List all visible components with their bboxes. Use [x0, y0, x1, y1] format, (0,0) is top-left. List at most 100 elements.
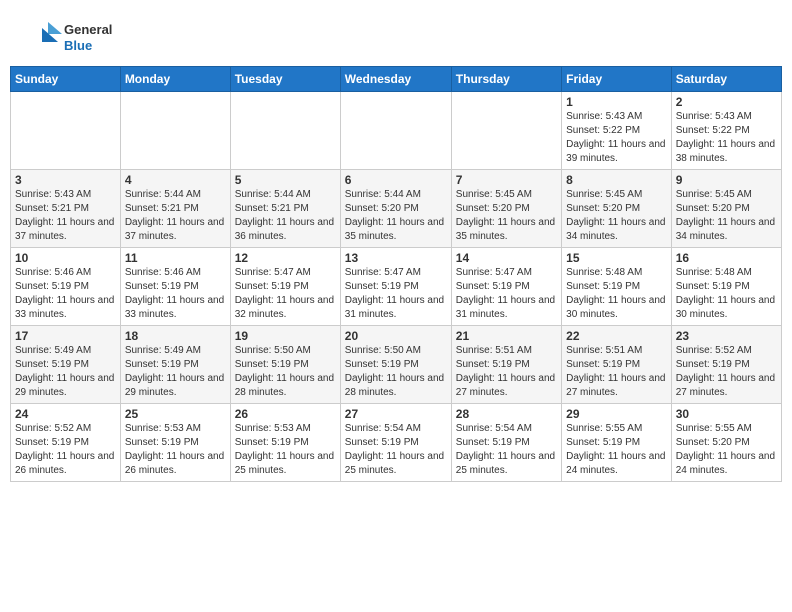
calendar-week-row: 1Sunrise: 5:43 AM Sunset: 5:22 PM Daylig…	[11, 92, 782, 170]
calendar-header-tuesday: Tuesday	[230, 67, 340, 92]
calendar-cell: 5Sunrise: 5:44 AM Sunset: 5:21 PM Daylig…	[230, 170, 340, 248]
day-info: Sunrise: 5:53 AM Sunset: 5:19 PM Dayligh…	[235, 422, 336, 478]
day-info: Sunrise: 5:44 AM Sunset: 5:21 PM Dayligh…	[125, 188, 226, 244]
calendar-cell: 4Sunrise: 5:44 AM Sunset: 5:21 PM Daylig…	[120, 170, 230, 248]
calendar-cell: 11Sunrise: 5:46 AM Sunset: 5:19 PM Dayli…	[120, 248, 230, 326]
calendar-cell: 29Sunrise: 5:55 AM Sunset: 5:19 PM Dayli…	[562, 404, 672, 482]
day-number: 25	[125, 407, 226, 421]
day-info: Sunrise: 5:44 AM Sunset: 5:20 PM Dayligh…	[345, 188, 447, 244]
calendar-cell: 21Sunrise: 5:51 AM Sunset: 5:19 PM Dayli…	[451, 326, 561, 404]
calendar-cell: 10Sunrise: 5:46 AM Sunset: 5:19 PM Dayli…	[11, 248, 121, 326]
day-number: 3	[15, 173, 116, 187]
day-number: 19	[235, 329, 336, 343]
day-info: Sunrise: 5:52 AM Sunset: 5:19 PM Dayligh…	[15, 422, 116, 478]
day-number: 12	[235, 251, 336, 265]
calendar-cell: 24Sunrise: 5:52 AM Sunset: 5:19 PM Dayli…	[11, 404, 121, 482]
day-info: Sunrise: 5:43 AM Sunset: 5:22 PM Dayligh…	[676, 110, 777, 166]
day-number: 28	[456, 407, 557, 421]
day-number: 27	[345, 407, 447, 421]
day-number: 18	[125, 329, 226, 343]
calendar-header-sunday: Sunday	[11, 67, 121, 92]
day-info: Sunrise: 5:45 AM Sunset: 5:20 PM Dayligh…	[676, 188, 777, 244]
day-number: 16	[676, 251, 777, 265]
day-info: Sunrise: 5:46 AM Sunset: 5:19 PM Dayligh…	[15, 266, 116, 322]
day-number: 10	[15, 251, 116, 265]
calendar-cell: 23Sunrise: 5:52 AM Sunset: 5:19 PM Dayli…	[671, 326, 781, 404]
day-info: Sunrise: 5:43 AM Sunset: 5:22 PM Dayligh…	[566, 110, 667, 166]
day-info: Sunrise: 5:48 AM Sunset: 5:19 PM Dayligh…	[676, 266, 777, 322]
calendar-week-row: 17Sunrise: 5:49 AM Sunset: 5:19 PM Dayli…	[11, 326, 782, 404]
calendar-cell: 2Sunrise: 5:43 AM Sunset: 5:22 PM Daylig…	[671, 92, 781, 170]
day-number: 4	[125, 173, 226, 187]
day-info: Sunrise: 5:43 AM Sunset: 5:21 PM Dayligh…	[15, 188, 116, 244]
day-info: Sunrise: 5:50 AM Sunset: 5:19 PM Dayligh…	[235, 344, 336, 400]
calendar-cell: 19Sunrise: 5:50 AM Sunset: 5:19 PM Dayli…	[230, 326, 340, 404]
day-number: 13	[345, 251, 447, 265]
calendar-cell: 14Sunrise: 5:47 AM Sunset: 5:19 PM Dayli…	[451, 248, 561, 326]
day-number: 14	[456, 251, 557, 265]
calendar-cell: 9Sunrise: 5:45 AM Sunset: 5:20 PM Daylig…	[671, 170, 781, 248]
day-number: 30	[676, 407, 777, 421]
day-info: Sunrise: 5:47 AM Sunset: 5:19 PM Dayligh…	[235, 266, 336, 322]
calendar-cell	[340, 92, 451, 170]
calendar-table: SundayMondayTuesdayWednesdayThursdayFrid…	[10, 66, 782, 482]
calendar-cell: 8Sunrise: 5:45 AM Sunset: 5:20 PM Daylig…	[562, 170, 672, 248]
day-info: Sunrise: 5:45 AM Sunset: 5:20 PM Dayligh…	[566, 188, 667, 244]
calendar-header-saturday: Saturday	[671, 67, 781, 92]
calendar-header-monday: Monday	[120, 67, 230, 92]
day-info: Sunrise: 5:45 AM Sunset: 5:20 PM Dayligh…	[456, 188, 557, 244]
day-number: 8	[566, 173, 667, 187]
day-info: Sunrise: 5:49 AM Sunset: 5:19 PM Dayligh…	[15, 344, 116, 400]
logo-blue-text: Blue	[64, 38, 112, 54]
day-number: 29	[566, 407, 667, 421]
day-number: 7	[456, 173, 557, 187]
calendar-week-row: 24Sunrise: 5:52 AM Sunset: 5:19 PM Dayli…	[11, 404, 782, 482]
calendar-header-row: SundayMondayTuesdayWednesdayThursdayFrid…	[11, 67, 782, 92]
calendar-cell: 27Sunrise: 5:54 AM Sunset: 5:19 PM Dayli…	[340, 404, 451, 482]
day-info: Sunrise: 5:47 AM Sunset: 5:19 PM Dayligh…	[456, 266, 557, 322]
logo: GeneralBlue	[20, 20, 112, 56]
calendar-cell: 28Sunrise: 5:54 AM Sunset: 5:19 PM Dayli…	[451, 404, 561, 482]
day-number: 2	[676, 95, 777, 109]
day-info: Sunrise: 5:52 AM Sunset: 5:19 PM Dayligh…	[676, 344, 777, 400]
calendar-cell	[230, 92, 340, 170]
calendar-cell: 6Sunrise: 5:44 AM Sunset: 5:20 PM Daylig…	[340, 170, 451, 248]
calendar-cell: 25Sunrise: 5:53 AM Sunset: 5:19 PM Dayli…	[120, 404, 230, 482]
calendar-cell: 12Sunrise: 5:47 AM Sunset: 5:19 PM Dayli…	[230, 248, 340, 326]
day-info: Sunrise: 5:51 AM Sunset: 5:19 PM Dayligh…	[566, 344, 667, 400]
day-number: 20	[345, 329, 447, 343]
day-number: 6	[345, 173, 447, 187]
day-info: Sunrise: 5:51 AM Sunset: 5:19 PM Dayligh…	[456, 344, 557, 400]
day-info: Sunrise: 5:50 AM Sunset: 5:19 PM Dayligh…	[345, 344, 447, 400]
day-info: Sunrise: 5:44 AM Sunset: 5:21 PM Dayligh…	[235, 188, 336, 244]
day-number: 5	[235, 173, 336, 187]
calendar-week-row: 10Sunrise: 5:46 AM Sunset: 5:19 PM Dayli…	[11, 248, 782, 326]
day-number: 1	[566, 95, 667, 109]
calendar-cell: 3Sunrise: 5:43 AM Sunset: 5:21 PM Daylig…	[11, 170, 121, 248]
day-info: Sunrise: 5:55 AM Sunset: 5:20 PM Dayligh…	[676, 422, 777, 478]
calendar-cell: 20Sunrise: 5:50 AM Sunset: 5:19 PM Dayli…	[340, 326, 451, 404]
day-info: Sunrise: 5:54 AM Sunset: 5:19 PM Dayligh…	[345, 422, 447, 478]
day-number: 9	[676, 173, 777, 187]
logo-general-text: General	[64, 22, 112, 38]
calendar-cell: 7Sunrise: 5:45 AM Sunset: 5:20 PM Daylig…	[451, 170, 561, 248]
day-info: Sunrise: 5:55 AM Sunset: 5:19 PM Dayligh…	[566, 422, 667, 478]
calendar-week-row: 3Sunrise: 5:43 AM Sunset: 5:21 PM Daylig…	[11, 170, 782, 248]
calendar-cell: 16Sunrise: 5:48 AM Sunset: 5:19 PM Dayli…	[671, 248, 781, 326]
day-info: Sunrise: 5:47 AM Sunset: 5:19 PM Dayligh…	[345, 266, 447, 322]
calendar-cell	[120, 92, 230, 170]
day-number: 17	[15, 329, 116, 343]
calendar-cell: 22Sunrise: 5:51 AM Sunset: 5:19 PM Dayli…	[562, 326, 672, 404]
calendar-cell: 26Sunrise: 5:53 AM Sunset: 5:19 PM Dayli…	[230, 404, 340, 482]
logo-svg	[20, 20, 62, 56]
page-header: GeneralBlue	[10, 10, 782, 62]
calendar-cell	[451, 92, 561, 170]
calendar-cell: 17Sunrise: 5:49 AM Sunset: 5:19 PM Dayli…	[11, 326, 121, 404]
day-info: Sunrise: 5:53 AM Sunset: 5:19 PM Dayligh…	[125, 422, 226, 478]
calendar-header-thursday: Thursday	[451, 67, 561, 92]
day-number: 21	[456, 329, 557, 343]
day-number: 24	[15, 407, 116, 421]
day-info: Sunrise: 5:49 AM Sunset: 5:19 PM Dayligh…	[125, 344, 226, 400]
calendar-cell: 15Sunrise: 5:48 AM Sunset: 5:19 PM Dayli…	[562, 248, 672, 326]
day-number: 11	[125, 251, 226, 265]
